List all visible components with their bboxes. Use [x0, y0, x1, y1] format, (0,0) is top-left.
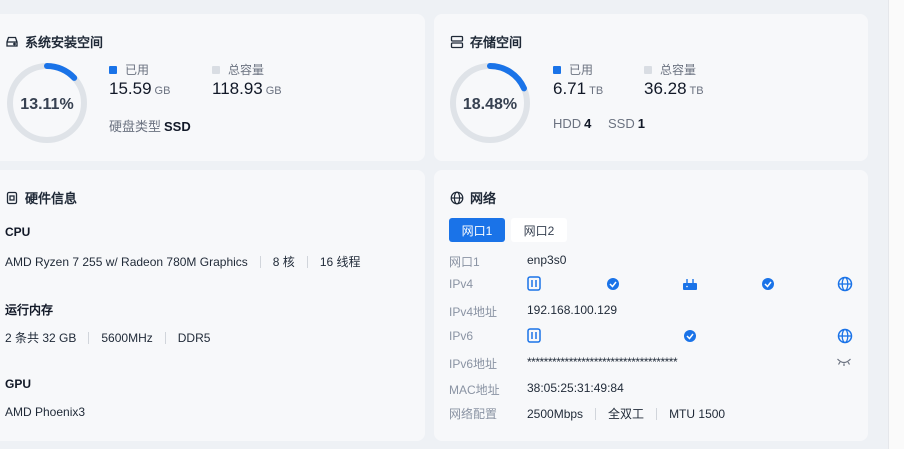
storage-space-hdd-count: HDD 4 — [553, 116, 592, 131]
storage-space-total-legend: 总容量 — [644, 61, 696, 78]
chip-icon — [6, 191, 18, 204]
ipv4-path-diagram — [527, 276, 853, 292]
ipv6-address-value: ************************************ — [527, 355, 678, 369]
system-space-total-value: 118.93 GB — [212, 79, 282, 98]
cpu-cores: 8 核 — [272, 255, 295, 269]
server-icon — [527, 276, 541, 291]
globe-icon — [450, 191, 464, 204]
mac-value: 38:05:25:31:49:84 — [527, 381, 624, 395]
ipv6-address-key: IPv6地址 — [449, 357, 498, 371]
config-mtu: MTU 1500 — [669, 406, 726, 421]
system-space-used-legend: 已用 — [109, 61, 149, 78]
config-duplex: 全双工 — [608, 407, 645, 421]
system-space-disk-type: 硬盘类型 SSD — [109, 119, 191, 134]
divider — [656, 407, 658, 420]
gpu-model: AMD Phoenix3 — [5, 405, 86, 419]
cpu-model: AMD Ryzen 7 255 w/ Radeon 780M Graphics — [5, 254, 248, 269]
system-space-percent: 13.11% — [20, 96, 74, 113]
storage-icon — [450, 35, 464, 48]
total-square — [212, 65, 220, 74]
network-card: 网络 网口1 网口2 网口1 enp3s0 IPv4 IPv4地址 192.16… — [434, 170, 868, 441]
eye-closed-icon[interactable] — [836, 356, 852, 368]
storage-space-card: 存储空间 18.48% 已用 总容量 6.71 TB 36.28 TB HDD 4 S… — [434, 14, 868, 161]
check-icon — [607, 278, 619, 290]
memory-speed: 5600MHz — [101, 330, 153, 345]
config-value: 2500Mbps 全双工 MTU 1500 — [527, 405, 725, 422]
storage-space-total-value: 36.28 TB — [644, 79, 704, 98]
tab-port-1[interactable]: 网口1 — [449, 218, 505, 242]
hard-drive-icon — [6, 36, 18, 47]
router-icon — [683, 279, 697, 290]
ipv4-address-value: 192.168.100.129 — [527, 303, 618, 317]
server-icon — [527, 328, 541, 343]
ipv6-path-diagram — [527, 328, 853, 344]
cpu-label: CPU — [5, 225, 31, 239]
hardware-title: 硬件信息 — [5, 188, 77, 207]
system-space-total-legend: 总容量 — [212, 61, 264, 78]
storage-space-percent: 18.48% — [462, 96, 518, 113]
tab-port-2[interactable]: 网口2 — [511, 218, 567, 242]
storage-space-title: 存储空间 — [450, 32, 522, 51]
internet-globe-icon — [837, 276, 853, 292]
storage-space-used-value: 6.71 TB — [553, 79, 604, 98]
check-icon — [762, 278, 774, 290]
port-key: 网口1 — [449, 255, 480, 269]
total-square — [644, 65, 652, 74]
gpu-info: AMD Phoenix3 — [5, 405, 85, 419]
config-speed: 2500Mbps — [527, 406, 584, 421]
ipv4-address-key: IPv4地址 — [449, 305, 498, 319]
used-square — [553, 65, 561, 74]
memory-type: DDR5 — [177, 330, 211, 345]
divider — [164, 331, 166, 344]
system-space-title: 系统安装空间 — [5, 32, 103, 51]
vertical-scrollbar[interactable] — [888, 0, 904, 449]
check-icon — [684, 330, 696, 342]
divider — [259, 255, 261, 268]
port-value: enp3s0 — [527, 253, 567, 267]
divider — [306, 255, 308, 268]
memory-size: 2 条共 32 GB — [5, 331, 77, 345]
mac-key: MAC地址 — [449, 383, 500, 397]
divider — [595, 407, 597, 420]
memory-info: 2 条共 32 GB 5600MHz DDR5 — [5, 329, 210, 346]
memory-label: 运行内存 — [5, 303, 54, 317]
storage-space-used-legend: 已用 — [553, 61, 593, 78]
internet-globe-icon — [837, 328, 853, 344]
storage-space-ssd-count: SSD 1 — [608, 116, 645, 131]
ipv6-key: IPv6 — [449, 329, 474, 343]
system-space-used-value: 15.59 GB — [109, 79, 171, 98]
used-square — [109, 65, 117, 74]
config-key: 网络配置 — [449, 407, 498, 421]
cpu-info: AMD Ryzen 7 255 w/ Radeon 780M Graphics … — [5, 253, 361, 270]
divider — [88, 331, 90, 344]
gpu-label: GPU — [5, 377, 32, 391]
system-space-card: 系统安装空间 13.11% 已用 总容量 15.59 GB 118.93 GB 硬盘… — [0, 14, 425, 161]
ipv4-key: IPv4 — [449, 277, 474, 291]
network-title: 网络 — [450, 188, 496, 207]
hardware-card: 硬件信息 CPU AMD Ryzen 7 255 w/ Radeon 780M … — [0, 170, 425, 441]
cpu-threads: 16 线程 — [319, 255, 361, 269]
